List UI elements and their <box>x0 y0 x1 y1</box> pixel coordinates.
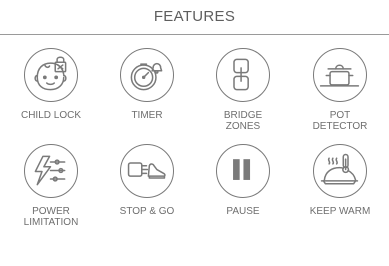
timer-icon <box>120 48 174 102</box>
features-header: FEATURES <box>0 0 389 36</box>
feature-label: TIMER <box>131 110 163 121</box>
keep-warm-icon <box>313 144 367 198</box>
features-title: FEATURES <box>153 8 236 25</box>
feature-label: POT DETECTOR <box>312 110 368 132</box>
header-divider <box>0 34 389 35</box>
child-lock-icon <box>24 48 78 102</box>
feature-label: KEEP WARM <box>309 206 371 217</box>
bridge-zones-icon <box>216 48 270 102</box>
power-limitation-icon <box>24 144 78 198</box>
pause-icon <box>216 144 270 198</box>
pot-detector-icon <box>313 48 367 102</box>
feature-label: BRIDGE ZONES <box>223 110 263 132</box>
feature-label: POWER LIMITATION <box>23 206 79 228</box>
feature-label: CHILD LOCK <box>20 110 81 121</box>
stop-and-go-icon <box>120 144 174 198</box>
feature-label: STOP & GO <box>119 206 175 217</box>
feature-label: PAUSE <box>226 206 260 217</box>
